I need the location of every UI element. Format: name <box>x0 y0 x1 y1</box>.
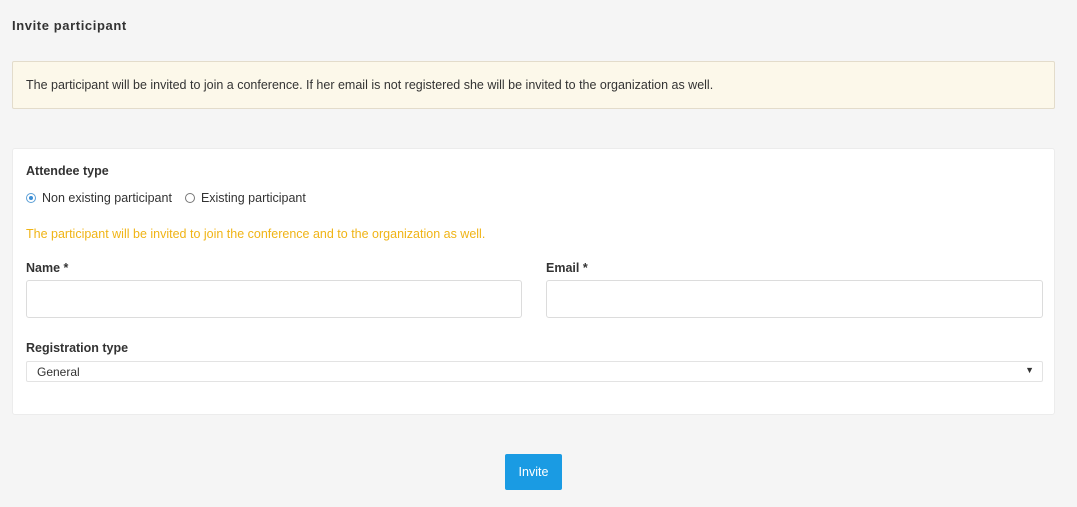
attendee-type-radio-group: Non existing participant Existing partic… <box>26 191 306 205</box>
email-input[interactable] <box>546 280 1043 318</box>
name-input[interactable] <box>26 280 522 318</box>
notice-text: The participant will be invited to join … <box>26 78 714 92</box>
registration-type-label: Registration type <box>26 341 129 355</box>
invite-form-card: Attendee type Non existing participant E… <box>12 148 1055 415</box>
invite-button[interactable]: Invite <box>505 454 562 490</box>
radio-existing-participant[interactable]: Existing participant <box>184 191 306 205</box>
attendee-hint: The participant will be invited to join … <box>26 227 486 241</box>
name-label: Name * <box>26 261 69 275</box>
radio-label: Non existing participant <box>42 191 172 205</box>
email-label: Email * <box>546 261 588 275</box>
info-notice: The participant will be invited to join … <box>12 61 1055 109</box>
caret-down-icon: ▼ <box>1025 365 1034 375</box>
radio-unchecked-icon[interactable] <box>184 193 195 203</box>
attendee-type-label: Attendee type <box>26 164 109 178</box>
radio-non-existing-participant[interactable]: Non existing participant <box>26 191 172 205</box>
registration-type-select[interactable]: General ▼ <box>26 361 1043 382</box>
radio-checked-icon[interactable] <box>26 193 36 203</box>
radio-label: Existing participant <box>200 191 306 205</box>
page-title: Invite participant <box>12 18 127 33</box>
registration-type-value: General <box>37 364 80 379</box>
